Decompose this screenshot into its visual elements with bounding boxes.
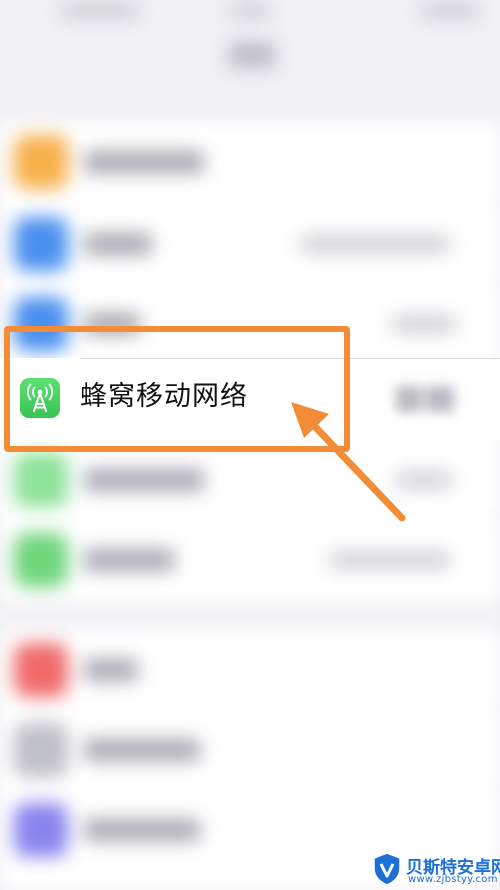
highlight-box (4, 326, 350, 452)
row-label-blurred (84, 469, 204, 491)
row-divider (80, 201, 500, 202)
shield-logo-icon (373, 852, 401, 886)
row-label-blurred (84, 819, 200, 841)
hotspot-icon (14, 453, 68, 507)
cellular-row-value-blurred (392, 382, 462, 416)
notifications-icon (14, 643, 68, 697)
row-value-blurred (392, 315, 456, 333)
settings-row[interactable] (0, 630, 500, 710)
settings-row[interactable] (0, 710, 500, 790)
row-label-blurred (84, 151, 204, 173)
row-value-blurred (396, 471, 452, 489)
row-label-blurred (84, 659, 138, 681)
status-carrier (60, 4, 140, 18)
site-watermark: 贝斯特安卓网 www.zjbstyy.com (372, 850, 500, 890)
status-time (230, 4, 270, 18)
settings-row[interactable] (0, 440, 500, 520)
do-not-disturb-icon (14, 803, 68, 857)
carrier-icon (14, 533, 68, 587)
watermark-url: www.zjbstyy.com (408, 874, 498, 885)
nav-title (228, 42, 276, 68)
row-label-blurred (84, 233, 152, 255)
control-center-icon (14, 723, 68, 777)
status-bar (0, 0, 500, 30)
wifi-icon (14, 217, 68, 271)
row-value-blurred (330, 551, 450, 569)
settings-row[interactable] (0, 204, 500, 284)
settings-row[interactable] (0, 122, 500, 202)
row-label-blurred (84, 549, 174, 571)
settings-screen: 蜂窝移动网络 贝斯特安卓网 www.zjbstyy.com (0, 0, 500, 890)
settings-row[interactable] (0, 520, 500, 600)
airplane-mode-icon (14, 135, 68, 189)
row-value-blurred (300, 235, 450, 253)
row-label-blurred (84, 739, 200, 761)
status-battery (420, 4, 480, 18)
